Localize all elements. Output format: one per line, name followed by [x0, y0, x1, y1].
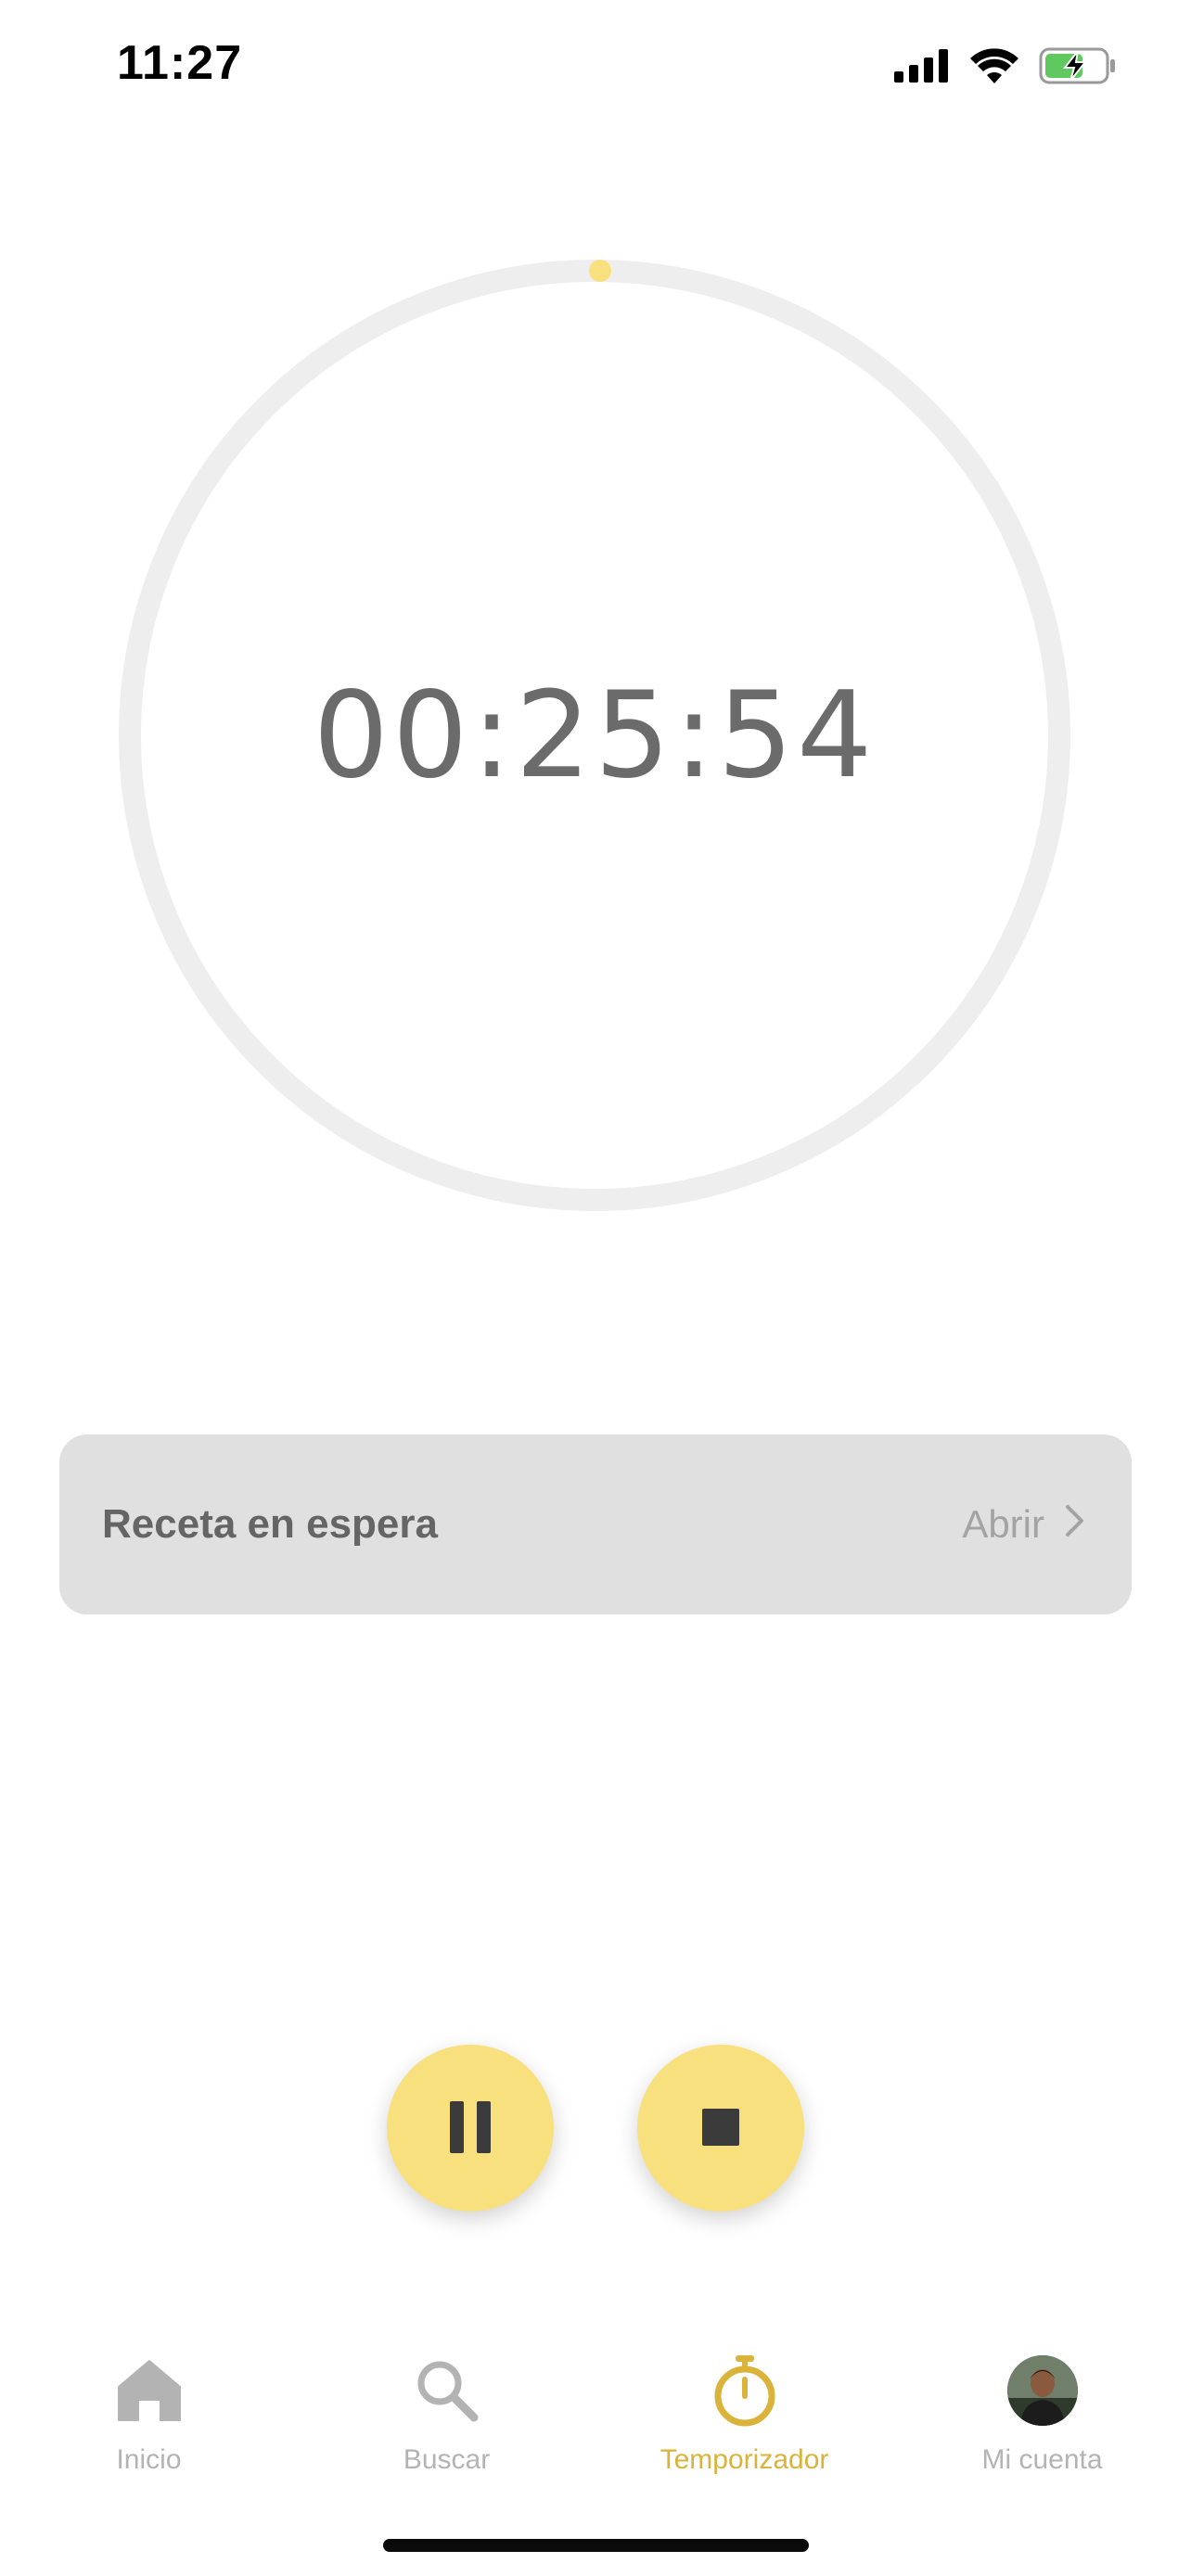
chevron-right-icon: [1065, 1502, 1085, 1547]
open-recipe-label: Abrir: [962, 1502, 1044, 1546]
tab-label: Buscar: [403, 2444, 491, 2475]
home-icon: [112, 2353, 186, 2428]
status-time: 11:27: [117, 36, 243, 90]
tab-bar: Inicio Buscar Temporizador Mi cuenta: [0, 2337, 1191, 2504]
tab-buscar[interactable]: Buscar: [298, 2337, 596, 2485]
pause-icon: [448, 2100, 493, 2156]
timer-display: 00:25:54: [313, 666, 877, 805]
tab-label: Inicio: [116, 2444, 182, 2475]
tab-mi-cuenta[interactable]: Mi cuenta: [893, 2337, 1191, 2485]
tab-inicio[interactable]: Inicio: [0, 2337, 298, 2485]
pause-button[interactable]: [387, 2045, 554, 2212]
timer-ring: 00:25:54: [119, 260, 1070, 1211]
status-bar: 11:27: [0, 0, 1191, 130]
open-recipe-link[interactable]: Abrir: [962, 1435, 1085, 1614]
tab-label: Temporizador: [660, 2444, 829, 2475]
tab-temporizador[interactable]: Temporizador: [596, 2337, 893, 2485]
waiting-recipe-card[interactable]: Receta en espera Abrir: [59, 1435, 1132, 1614]
status-icons: [894, 45, 1117, 91]
wifi-icon: [970, 47, 1018, 88]
stopwatch-icon: [708, 2353, 782, 2428]
battery-charging-icon: [1039, 47, 1117, 89]
search-icon: [410, 2353, 484, 2428]
avatar: [1006, 2355, 1078, 2426]
home-indicator[interactable]: [383, 2539, 809, 2552]
stop-icon: [702, 2108, 739, 2149]
waiting-recipe-label: Receta en espera: [102, 1501, 438, 1547]
cellular-signal-icon: [894, 48, 950, 87]
stop-button[interactable]: [637, 2045, 804, 2212]
tab-label: Mi cuenta: [981, 2444, 1103, 2475]
